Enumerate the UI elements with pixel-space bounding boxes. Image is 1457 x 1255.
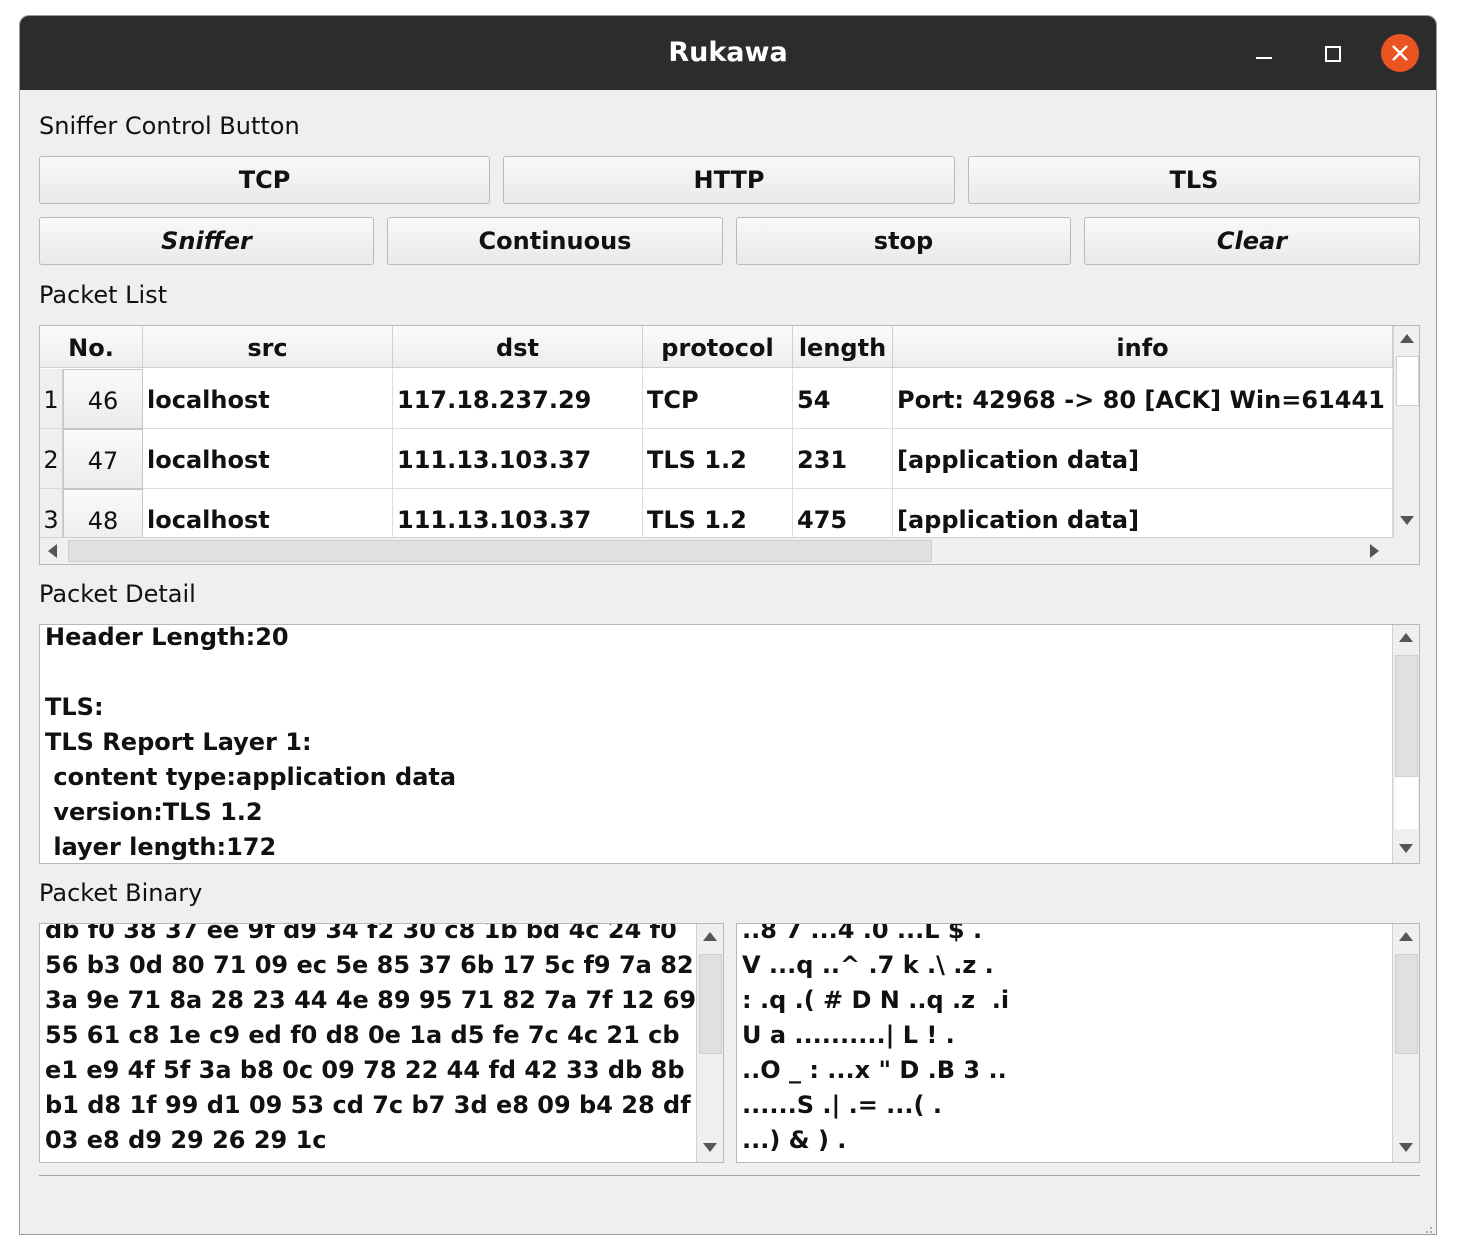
scroll-down-icon[interactable] xyxy=(1400,516,1414,525)
minimize-button[interactable] xyxy=(1246,34,1284,72)
scroll-up-icon[interactable] xyxy=(1399,932,1413,941)
detail-line: Header Length:20 xyxy=(45,624,289,651)
packet-dst[interactable]: 111.13.103.37 xyxy=(393,429,643,489)
packet-number[interactable]: 47 xyxy=(63,429,143,489)
packet-info[interactable]: Port: 42968 -> 80 [ACK] Win=61441 xyxy=(893,369,1393,429)
scroll-up-icon[interactable] xyxy=(1400,334,1414,343)
row-header[interactable]: 2 xyxy=(40,429,63,489)
packet-number[interactable]: 46 xyxy=(63,369,143,429)
packet-protocol[interactable]: TCP xyxy=(643,369,793,429)
ascii-line: ......S .| .= ...( . xyxy=(742,1091,942,1119)
column-header-length[interactable]: length xyxy=(793,326,893,368)
packet-detail-text[interactable]: Header Length:20 TLS: TLS Report Layer 1… xyxy=(39,624,1420,864)
packet-ascii-text[interactable]: ..8 7 ...4 .0 ...L $ . V ...q ..^ .7 k .… xyxy=(736,923,1420,1163)
scroll-track[interactable] xyxy=(1395,777,1418,829)
hex-line: 3a 9e 71 8a 28 23 44 4e 89 95 71 82 7a 7… xyxy=(45,986,697,1014)
horizontal-scroll-thumb[interactable] xyxy=(68,540,932,562)
packet-length[interactable]: 54 xyxy=(793,369,893,429)
hex-line: db f0 38 37 ee 9f d9 34 f2 30 c8 1b bd 4… xyxy=(45,923,677,944)
ascii-line: ..O _ : ...x " D .B 3 .. xyxy=(742,1056,1007,1084)
maximize-button[interactable] xyxy=(1313,34,1351,72)
column-header-no[interactable]: No. xyxy=(40,326,143,368)
packet-detail-label: Packet Detail xyxy=(39,580,196,608)
stop-button[interactable]: stop xyxy=(736,217,1071,265)
continuous-button[interactable]: Continuous xyxy=(387,217,723,265)
packet-dst[interactable]: 117.18.237.29 xyxy=(393,369,643,429)
clear-button[interactable]: Clear xyxy=(1084,217,1420,265)
scroll-down-icon[interactable] xyxy=(1399,1143,1413,1152)
hex-line: 56 b3 0d 80 71 09 ec 5e 85 37 6b 17 5c f… xyxy=(45,951,694,979)
packet-table[interactable]: No. src dst protocol length info 1 46 lo… xyxy=(39,325,1420,565)
detail-line: version:TLS 1.2 xyxy=(45,798,263,826)
hex-vertical-scrollbar[interactable] xyxy=(696,924,723,1162)
detail-line: layer length:172 xyxy=(45,833,277,861)
packet-src[interactable]: localhost xyxy=(143,429,393,489)
packet-length[interactable]: 231 xyxy=(793,429,893,489)
packet-binary-label: Packet Binary xyxy=(39,879,203,907)
hex-line: b1 d8 1f 99 d1 09 53 cd 7c b7 3d e8 09 b… xyxy=(45,1091,691,1119)
scroll-down-icon[interactable] xyxy=(703,1143,717,1152)
vertical-scroll-thumb[interactable] xyxy=(1395,655,1418,777)
column-header-info[interactable]: info xyxy=(893,326,1393,368)
detail-vertical-scrollbar[interactable] xyxy=(1392,625,1419,863)
row-header[interactable]: 1 xyxy=(40,369,63,429)
packet-info[interactable]: [application data] xyxy=(893,429,1393,489)
ascii-line: U a ..........| L ! . xyxy=(742,1021,955,1049)
vertical-scroll-thumb[interactable] xyxy=(1396,356,1419,406)
close-icon xyxy=(1392,45,1408,61)
column-header-src[interactable]: src xyxy=(143,326,393,368)
hex-line: 03 e8 d9 29 26 29 1c xyxy=(45,1126,327,1154)
ascii-line: ...) & ) . xyxy=(742,1126,847,1154)
tls-button[interactable]: TLS xyxy=(968,156,1420,204)
resize-grip-icon[interactable] xyxy=(1421,1219,1433,1233)
detail-line: content type:application data xyxy=(45,763,457,791)
horizontal-scrollbar[interactable] xyxy=(40,537,1393,564)
scroll-right-icon[interactable] xyxy=(1370,544,1379,558)
scrollbar-corner xyxy=(1393,537,1419,564)
vertical-scroll-thumb[interactable] xyxy=(699,954,722,1054)
close-button[interactable] xyxy=(1381,34,1419,72)
scroll-up-icon[interactable] xyxy=(703,932,717,941)
hex-line: 55 61 c8 1e c9 ed f0 d8 0e 1a d5 fe 7c 4… xyxy=(45,1021,680,1049)
http-button[interactable]: HTTP xyxy=(503,156,955,204)
scroll-down-icon[interactable] xyxy=(1399,844,1413,853)
sniffer-button[interactable]: Sniffer xyxy=(39,217,374,265)
tcp-button[interactable]: TCP xyxy=(39,156,490,204)
title-bar[interactable]: Rukawa xyxy=(20,16,1436,90)
packet-src[interactable]: localhost xyxy=(143,369,393,429)
window-title: Rukawa xyxy=(668,37,788,68)
ascii-line: V ...q ..^ .7 k .\ .z . xyxy=(742,951,994,979)
detail-line: TLS Report Layer 1: xyxy=(45,728,312,756)
main-window: Rukawa Sniffer Control Button TCP HTTP T… xyxy=(19,15,1437,1235)
ascii-vertical-scrollbar[interactable] xyxy=(1392,924,1419,1162)
column-header-protocol[interactable]: protocol xyxy=(643,326,793,368)
column-header-dst[interactable]: dst xyxy=(393,326,643,368)
packet-list-label: Packet List xyxy=(39,281,168,309)
packet-protocol[interactable]: TLS 1.2 xyxy=(643,429,793,489)
ascii-line: ..8 7 ...4 .0 ...L $ . xyxy=(742,923,983,944)
scroll-left-icon[interactable] xyxy=(48,544,57,558)
sniffer-control-label: Sniffer Control Button xyxy=(39,112,300,140)
vertical-scroll-thumb[interactable] xyxy=(1395,954,1418,1054)
status-divider xyxy=(39,1175,1420,1176)
packet-hex-text[interactable]: db f0 38 37 ee 9f d9 34 f2 30 c8 1b bd 4… xyxy=(39,923,724,1163)
scroll-up-icon[interactable] xyxy=(1399,633,1413,642)
ascii-line: : .q .( # D N ..q .z .i xyxy=(742,986,1010,1014)
table-vertical-scrollbar[interactable] xyxy=(1393,326,1419,537)
hex-line: e1 e9 4f 5f 3a b8 0c 09 78 22 44 fd 42 3… xyxy=(45,1056,685,1084)
detail-line: TLS: xyxy=(45,693,104,721)
